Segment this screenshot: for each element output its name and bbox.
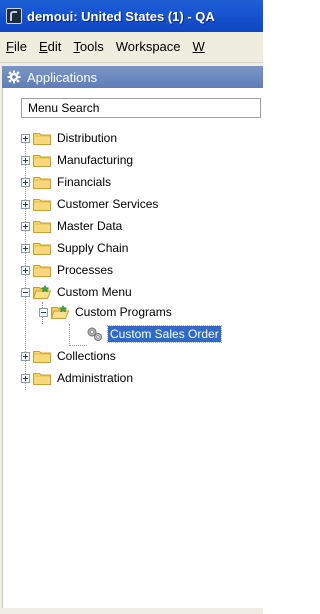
folder-icon: [33, 155, 51, 167]
expand-icon[interactable]: [21, 199, 30, 209]
gear-icon: [7, 70, 21, 84]
tree-item-label: Manufacturing: [57, 153, 134, 167]
folder-icon: [33, 133, 51, 145]
tree-item-manufacturing[interactable]: Manufacturing: [21, 150, 135, 170]
applications-panel: Distribution Manufacturing Financials Cu…: [2, 88, 263, 608]
folder-icon: [33, 373, 51, 385]
expand-icon[interactable]: [21, 221, 30, 231]
tree-item-custom-sales-order[interactable]: Custom Sales Order: [85, 324, 222, 344]
tree-item-processes[interactable]: Processes: [21, 260, 115, 280]
tree-item-label: Supply Chain: [57, 241, 129, 255]
applications-header-label: Applications: [27, 69, 98, 85]
folder-icon: [33, 243, 51, 255]
expand-icon[interactable]: [21, 133, 30, 143]
program-gears-icon: [87, 327, 102, 341]
tree-item-financials[interactable]: Financials: [21, 172, 113, 192]
folder-icon: [33, 199, 51, 211]
tree-connector: [69, 324, 70, 344]
tree-item-label: Processes: [57, 263, 114, 277]
tree-item-custom-programs[interactable]: Custom Programs: [39, 302, 174, 322]
menu-tools[interactable]: Tools: [67, 32, 109, 62]
menu-workspace[interactable]: Workspace: [110, 32, 187, 62]
tree-item-collections[interactable]: Collections: [21, 346, 118, 366]
tree-item-administration[interactable]: Administration: [21, 368, 135, 388]
applications-header[interactable]: Applications: [2, 66, 263, 88]
tree-item-distribution[interactable]: Distribution: [21, 128, 119, 148]
tree-item-master-data[interactable]: Master Data: [21, 216, 124, 236]
tree-item-custom-menu[interactable]: Custom Menu: [21, 282, 134, 302]
tree-item-label: Custom Programs: [75, 305, 172, 319]
expand-icon[interactable]: [21, 351, 30, 361]
application-window: demoui: United States (1) - QA File Edit…: [0, 0, 263, 614]
open-folder-icon: [33, 285, 51, 299]
menu-window[interactable]: W: [187, 32, 211, 62]
tree-item-label: Administration: [57, 371, 134, 385]
expand-icon[interactable]: [21, 243, 30, 253]
tree-item-label: Collections: [57, 349, 116, 363]
menu-file[interactable]: File: [0, 32, 33, 62]
window-title: demoui: United States (1) - QA: [27, 8, 215, 24]
tree-item-label: Customer Services: [57, 197, 159, 211]
tree-item-supply-chain[interactable]: Supply Chain: [21, 238, 130, 258]
expand-icon[interactable]: [21, 373, 30, 383]
menu-search-input[interactable]: [21, 98, 261, 118]
tree-item-customer-services[interactable]: Customer Services: [21, 194, 160, 214]
title-bar[interactable]: demoui: United States (1) - QA: [0, 0, 263, 32]
tree-item-label: Master Data: [57, 219, 123, 233]
menu-bar: File Edit Tools Workspace W: [0, 32, 263, 63]
tree-item-label: Custom Menu: [57, 285, 132, 299]
menu-edit[interactable]: Edit: [33, 32, 67, 62]
tree-item-label: Financials: [57, 175, 112, 189]
folder-icon: [33, 351, 51, 363]
open-folder-icon: [51, 305, 69, 319]
collapse-icon[interactable]: [39, 307, 48, 317]
folder-icon: [33, 177, 51, 189]
expand-icon[interactable]: [21, 177, 30, 187]
folder-icon: [33, 265, 51, 277]
folder-icon: [33, 221, 51, 233]
app-icon: [6, 8, 22, 24]
tree-item-label: Custom Sales Order: [107, 325, 222, 343]
expand-icon[interactable]: [21, 155, 30, 165]
collapse-icon[interactable]: [21, 287, 30, 297]
tree-item-label: Distribution: [57, 131, 118, 145]
expand-icon[interactable]: [21, 265, 30, 275]
